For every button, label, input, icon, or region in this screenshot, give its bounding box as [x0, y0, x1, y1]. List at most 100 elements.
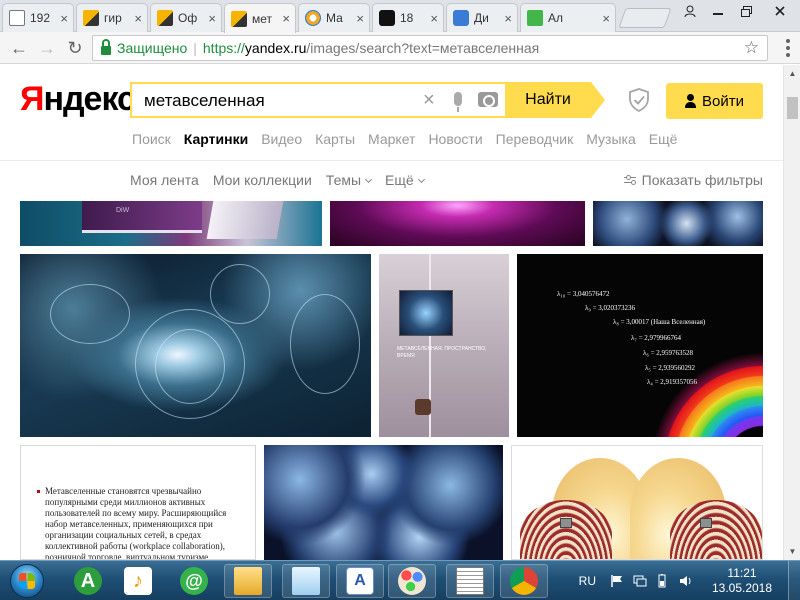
service-nav: Поиск Картинки Видео Карты Маркет Новост…: [132, 131, 677, 151]
nav-images[interactable]: Картинки: [184, 131, 248, 151]
flag-icon[interactable]: [610, 574, 624, 588]
clock[interactable]: 11:21 13.05.2018: [702, 566, 782, 596]
more-dropdown[interactable]: Ещё: [385, 172, 424, 192]
protect-shield-icon[interactable]: [628, 88, 650, 112]
image-result-text-slide[interactable]: Метавселенные становятся чрезвычайно поп…: [20, 445, 256, 560]
url-separator: |: [193, 40, 197, 56]
image-result-lens-diagram[interactable]: [511, 445, 763, 560]
taskbar-app-paint[interactable]: [388, 564, 436, 598]
nav-market[interactable]: Маркет: [368, 131, 415, 151]
camera-search-icon[interactable]: [478, 92, 498, 107]
search-input[interactable]: [144, 89, 414, 113]
themes-label: Темы: [325, 172, 362, 188]
scroll-down-arrow-icon[interactable]: ▼: [784, 543, 800, 560]
taskbar-app-mail-agent[interactable]: @: [170, 564, 218, 598]
nav-translator[interactable]: Переводчик: [496, 131, 574, 151]
volume-icon[interactable]: [679, 574, 693, 588]
search-button[interactable]: Найти: [505, 82, 605, 118]
tab-close-icon[interactable]: ×: [282, 11, 290, 26]
taskbar-app-notepad[interactable]: [282, 564, 330, 598]
taskbar-app-launcher[interactable]: A: [64, 564, 112, 598]
lambda-label: λ₈ = 3,00017 (Наша Вселенная): [613, 318, 706, 326]
browser-tab-8[interactable]: Ал ×: [520, 3, 616, 32]
slide-text: Метавселенные становятся чрезвычайно поп…: [37, 486, 250, 559]
start-button[interactable]: [4, 563, 52, 599]
image-result-fractal[interactable]: [330, 201, 585, 246]
nav-music[interactable]: Музыка: [586, 131, 636, 151]
forward-icon[interactable]: →: [36, 37, 58, 59]
url-scheme: https://: [202, 40, 245, 56]
scroll-thumb[interactable]: [787, 97, 798, 119]
image-result-book[interactable]: DiW: [20, 201, 322, 246]
image-icon: [83, 10, 99, 26]
my-collections-link[interactable]: Мои коллекции: [213, 172, 312, 192]
image-result-bubble-space[interactable]: [264, 445, 503, 560]
lambda-label: λ₁₀ = 3,040576472: [557, 290, 610, 298]
browser-tab-3[interactable]: Оф ×: [150, 3, 222, 32]
close-window-icon[interactable]: [760, 0, 800, 22]
scroll-up-arrow-icon[interactable]: ▲: [784, 65, 800, 82]
power-icon[interactable]: [656, 574, 670, 588]
reload-icon[interactable]: ↻: [64, 37, 86, 59]
tab-label: 18: [400, 11, 414, 25]
url-path: /images/search?text=метавселенная: [306, 40, 540, 56]
book-caption: DiW: [116, 207, 130, 214]
nav-news[interactable]: Новости: [428, 131, 482, 151]
show-filters-label: Показать фильтры: [641, 172, 763, 188]
browser-tab-4-active[interactable]: мет ×: [224, 3, 296, 33]
cover-title: МЕТАВСЕЛЕННАЯ. ПРОСТРАНСТВО, ВРЕМЯ: [397, 346, 487, 359]
nav-search[interactable]: Поиск: [132, 131, 171, 151]
user-profile-icon[interactable]: [676, 0, 704, 22]
image-result-bubble-cosmos[interactable]: [20, 254, 371, 437]
nav-divider: [0, 160, 783, 161]
browser-tab-7[interactable]: Ди ×: [446, 3, 518, 32]
browser-tab-1[interactable]: 192 ×: [2, 3, 74, 32]
new-tab-button[interactable]: [618, 8, 672, 28]
tab-close-icon[interactable]: ×: [134, 11, 142, 26]
network-icon[interactable]: [633, 574, 647, 588]
tab-close-icon[interactable]: ×: [208, 11, 216, 26]
page-scrollbar[interactable]: ▲ ▼: [783, 65, 800, 560]
address-bar[interactable]: Защищено | https://yandex.ru/images/sear…: [92, 35, 768, 61]
tab-close-icon[interactable]: ×: [356, 11, 364, 26]
themes-dropdown[interactable]: Темы: [326, 172, 371, 192]
browser-tab-2[interactable]: гир ×: [76, 3, 148, 32]
tab-close-icon[interactable]: ×: [504, 11, 512, 26]
nav-maps[interactable]: Карты: [315, 131, 355, 151]
show-desktop-button[interactable]: [788, 561, 800, 600]
image-result-book-cover[interactable]: МЕТАВСЕЛЕННАЯ. ПРОСТРАНСТВО, ВРЕМЯ: [379, 254, 509, 437]
nav-video[interactable]: Видео: [261, 131, 302, 151]
image-result-bubbles[interactable]: [593, 201, 763, 246]
my-feed-link[interactable]: Моя лента: [130, 172, 199, 192]
restore-icon[interactable]: [732, 0, 760, 22]
secure-label: Защищено: [117, 40, 188, 56]
bubble-ring: [210, 264, 270, 324]
clock-date: 13.05.2018: [711, 581, 773, 595]
browser-tab-6[interactable]: 18 ×: [372, 3, 444, 32]
minimize-icon[interactable]: [704, 0, 732, 22]
login-button[interactable]: Войти: [666, 83, 763, 119]
image-icon: [231, 10, 247, 27]
bookmark-star-icon[interactable]: ☆: [744, 38, 759, 58]
yandex-logo[interactable]: Яндекс: [20, 79, 136, 119]
microphone-icon[interactable]: [454, 92, 462, 112]
taskbar-app-wordpad[interactable]: A: [336, 564, 384, 598]
taskbar-app-chrome[interactable]: [500, 564, 548, 598]
back-icon[interactable]: ←: [8, 37, 30, 59]
nav-more[interactable]: Ещё: [649, 131, 678, 151]
tab-close-icon[interactable]: ×: [430, 11, 438, 26]
clear-search-icon[interactable]: ×: [423, 89, 435, 112]
taskbar-app-explorer[interactable]: [224, 564, 272, 598]
taskbar-app-news[interactable]: [446, 564, 494, 598]
show-filters-link[interactable]: Показать фильтры: [623, 172, 763, 188]
book-shape: [82, 201, 202, 233]
tab-close-icon[interactable]: ×: [60, 11, 68, 26]
image-result-rainbow-universes[interactable]: λ₁₀ = 3,040576472 λ₉ = 3,020373236 λ₈ = …: [517, 254, 763, 437]
tab-close-icon[interactable]: ×: [602, 11, 610, 26]
bubble-ring: [290, 294, 360, 394]
browser-menu-icon[interactable]: [786, 39, 790, 57]
language-indicator[interactable]: RU: [579, 574, 596, 588]
browser-tab-5[interactable]: Ма ×: [298, 3, 370, 32]
paint-palette-icon: [398, 567, 426, 595]
taskbar-app-music[interactable]: ♪: [114, 564, 162, 598]
